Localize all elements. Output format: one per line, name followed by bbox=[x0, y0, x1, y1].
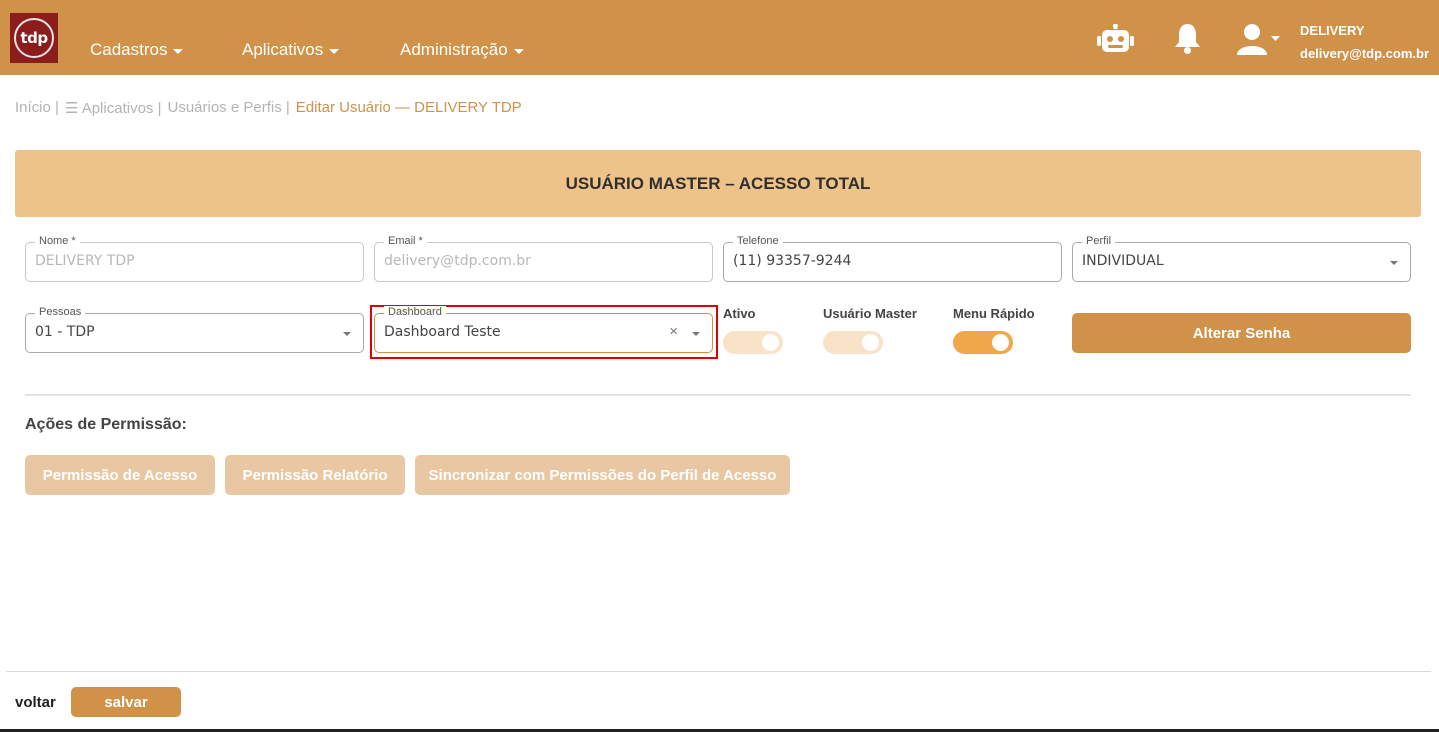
perfil-select[interactable]: Perfil INDIVIDUAL bbox=[1072, 235, 1411, 282]
nome-value: DELIVERY TDP bbox=[35, 253, 135, 269]
nav-cadastros-label: Cadastros bbox=[90, 40, 168, 59]
bell-icon[interactable] bbox=[1174, 22, 1201, 59]
breadcrumb-home[interactable]: Início | bbox=[15, 99, 59, 117]
nome-label: Nome * bbox=[35, 235, 80, 247]
nav-cadastros[interactable]: Cadastros bbox=[90, 40, 184, 60]
permissao-acesso-button[interactable]: Permissão de Acesso bbox=[25, 455, 215, 495]
logo[interactable]: tdp bbox=[10, 13, 58, 63]
dashboard-select[interactable]: Dashboard Dashboard Teste × bbox=[374, 306, 713, 353]
user-icon[interactable] bbox=[1237, 23, 1281, 60]
master-label: Usuário Master bbox=[823, 306, 917, 321]
master-banner: USUÁRIO MASTER – ACESSO TOTAL bbox=[15, 150, 1421, 217]
dashboard-value: Dashboard Teste bbox=[384, 324, 501, 340]
chevron-down-icon[interactable] bbox=[692, 332, 700, 336]
menu-rapido-toggle[interactable] bbox=[953, 331, 1013, 354]
footer-divider bbox=[6, 671, 1431, 672]
logo-mark: tdp bbox=[14, 18, 54, 58]
top-bar: tdp Cadastros Aplicativos Administração bbox=[0, 0, 1439, 75]
save-button[interactable]: salvar bbox=[71, 687, 181, 717]
nav-administracao[interactable]: Administração bbox=[400, 40, 524, 60]
permissions-title: Ações de Permissão: bbox=[25, 416, 187, 433]
chevron-down-icon bbox=[329, 48, 340, 54]
robot-icon[interactable] bbox=[1097, 23, 1134, 59]
user-name: DELIVERY bbox=[1300, 23, 1365, 38]
back-link[interactable]: voltar bbox=[15, 694, 56, 711]
email-label: Email * bbox=[384, 235, 427, 247]
permissao-relatorio-button[interactable]: Permissão Relatório bbox=[225, 455, 405, 495]
telefone-label: Telefone bbox=[733, 235, 783, 247]
email-value: delivery@tdp.com.br bbox=[384, 253, 531, 269]
nome-field[interactable]: Nome * DELIVERY TDP bbox=[25, 235, 364, 282]
breadcrumb: Início | ☰ Aplicativos | Usuários e Perf… bbox=[15, 99, 522, 117]
nav-aplicativos-label: Aplicativos bbox=[242, 40, 324, 59]
pessoas-label: Pessoas bbox=[35, 306, 86, 318]
telefone-field[interactable]: Telefone (11) 93357-9244 bbox=[723, 235, 1062, 282]
ativo-toggle[interactable] bbox=[723, 331, 783, 354]
nav-aplicativos[interactable]: Aplicativos bbox=[242, 40, 340, 60]
alterar-senha-button[interactable]: Alterar Senha bbox=[1072, 313, 1411, 353]
perfil-value: INDIVIDUAL bbox=[1082, 253, 1164, 269]
breadcrumb-users[interactable]: Usuários e Perfis | bbox=[167, 99, 289, 117]
clear-icon[interactable]: × bbox=[669, 323, 678, 340]
breadcrumb-current: Editar Usuário — DELIVERY TDP bbox=[295, 99, 522, 116]
dashboard-label: Dashboard bbox=[384, 306, 446, 318]
pessoas-value: 01 - TDP bbox=[35, 324, 95, 340]
perfil-label: Perfil bbox=[1082, 235, 1116, 247]
breadcrumb-apps[interactable]: ☰ Aplicativos | bbox=[65, 99, 162, 117]
master-toggle[interactable] bbox=[823, 331, 883, 354]
user-email: delivery@tdp.com.br bbox=[1300, 46, 1429, 61]
telefone-value: (11) 93357-9244 bbox=[733, 253, 852, 269]
toggle-knob bbox=[862, 334, 879, 351]
pessoas-select[interactable]: Pessoas 01 - TDP bbox=[25, 306, 364, 353]
nav-administracao-label: Administração bbox=[400, 40, 508, 59]
divider bbox=[25, 394, 1411, 396]
chevron-down-icon[interactable] bbox=[343, 332, 351, 336]
sincronizar-button[interactable]: Sincronizar com Permissões do Perfil de … bbox=[415, 455, 790, 495]
chevron-down-icon bbox=[513, 48, 524, 54]
chevron-down-icon[interactable] bbox=[1390, 261, 1398, 265]
user-info[interactable]: DELIVERY delivery@tdp.com.br bbox=[1300, 23, 1429, 61]
menu-rapido-label: Menu Rápido bbox=[953, 306, 1035, 321]
toggle-knob bbox=[762, 334, 779, 351]
email-field[interactable]: Email * delivery@tdp.com.br bbox=[374, 235, 713, 282]
toggle-knob bbox=[992, 334, 1009, 351]
ativo-label: Ativo bbox=[723, 306, 756, 321]
chevron-down-icon bbox=[173, 48, 184, 54]
